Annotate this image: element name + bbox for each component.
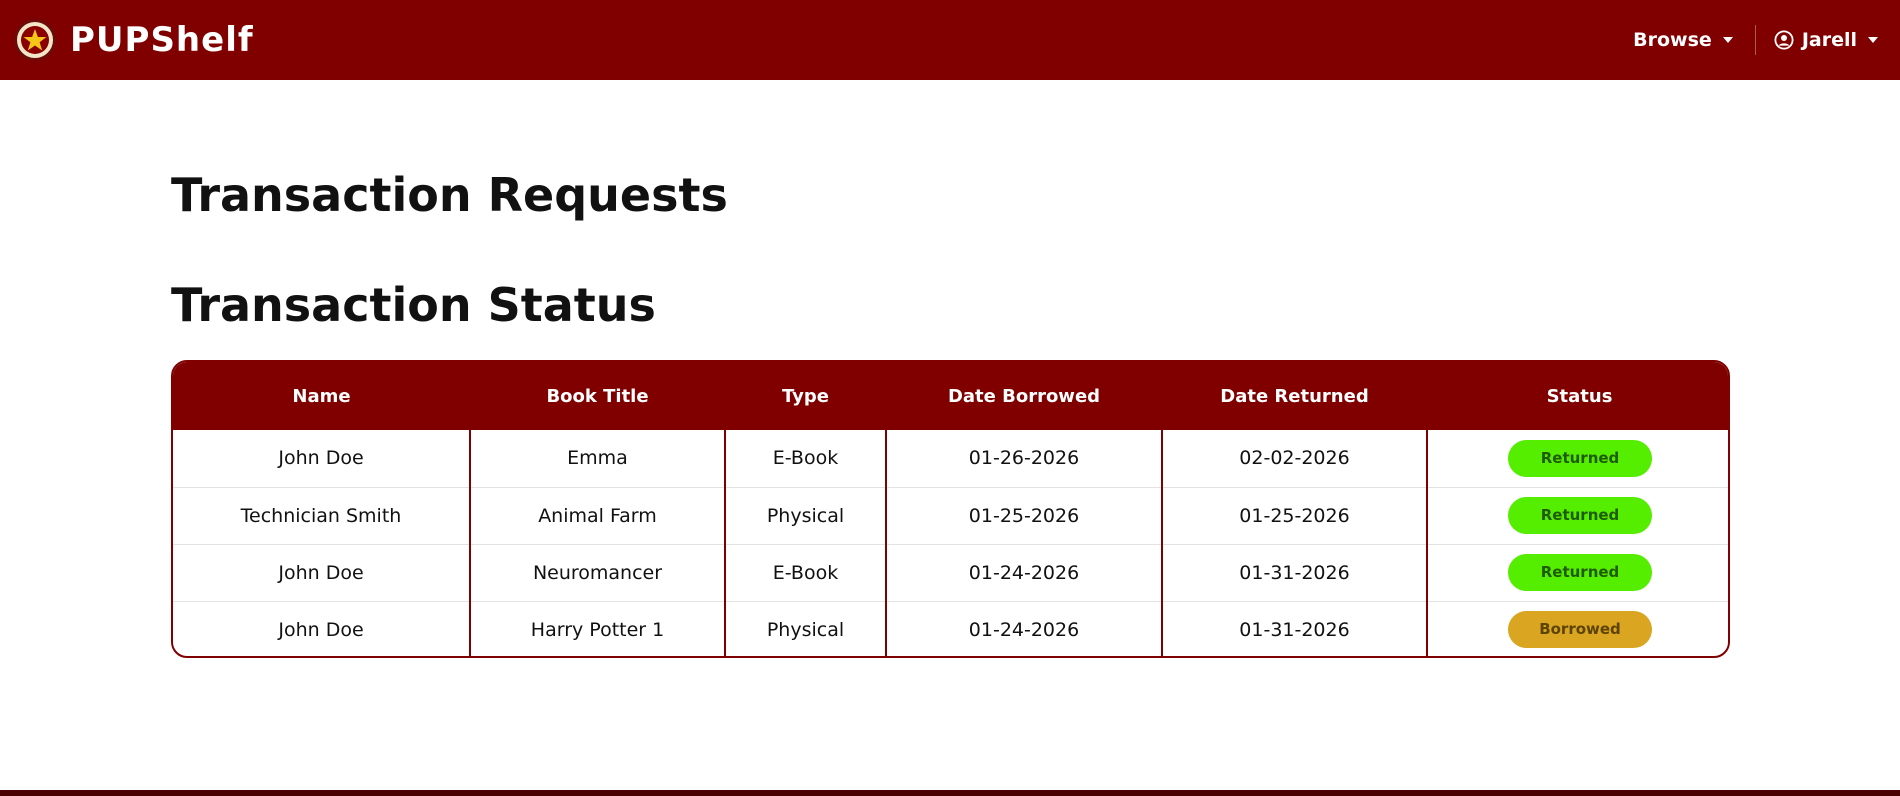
transaction-status-heading: Transaction Status <box>171 278 656 332</box>
cell-date-borrowed: 01-24-2026 <box>886 601 1163 656</box>
cell-type: E-Book <box>725 430 887 487</box>
footer-bar <box>0 790 1900 796</box>
pup-seal-logo-icon <box>14 19 56 61</box>
user-label: Jarell <box>1801 29 1857 51</box>
chevron-down-icon <box>1722 37 1733 43</box>
cell-date-borrowed: 01-25-2026 <box>886 487 1163 544</box>
cell-book-title: Animal Farm <box>470 487 726 544</box>
nav-right: Browse Jarell <box>1633 0 1878 80</box>
cell-name: John Doe <box>173 430 471 487</box>
chevron-down-icon <box>1868 37 1878 43</box>
cell-date-returned: 01-31-2026 <box>1162 601 1428 656</box>
browse-dropdown[interactable]: Browse <box>1633 29 1733 51</box>
cell-type: Physical <box>725 601 887 656</box>
cell-book-title: Emma <box>470 430 726 487</box>
transaction-status-table: Name Book Title Type Date Borrowed Date … <box>171 360 1730 658</box>
nav-divider <box>1754 25 1756 55</box>
cell-date-returned: 02-02-2026 <box>1162 430 1428 487</box>
cell-status: Returned <box>1427 487 1728 544</box>
table-row: Technician Smith Animal Farm Physical 01… <box>173 487 1728 544</box>
column-header-date-returned: Date Returned <box>1220 385 1369 407</box>
table-row: John Doe Emma E-Book 01-26-2026 02-02-20… <box>173 430 1728 487</box>
user-circle-icon <box>1774 30 1794 50</box>
cell-date-returned: 01-31-2026 <box>1162 544 1428 601</box>
cell-date-borrowed: 01-26-2026 <box>886 430 1163 487</box>
brand-name: PUPShelf <box>70 20 254 60</box>
status-badge: Returned <box>1508 497 1652 534</box>
cell-book-title: Harry Potter 1 <box>470 601 726 656</box>
table-row: John Doe Harry Potter 1 Physical 01-24-2… <box>173 601 1728 656</box>
column-header-name: Name <box>292 385 351 407</box>
status-badge: Returned <box>1508 554 1652 591</box>
cell-name: Technician Smith <box>173 487 471 544</box>
top-navbar: PUPShelf Browse Jarell <box>0 0 1900 80</box>
cell-name: John Doe <box>173 601 471 656</box>
table-row: John Doe Neuromancer E-Book 01-24-2026 0… <box>173 544 1728 601</box>
transaction-requests-heading: Transaction Requests <box>171 168 728 222</box>
cell-book-title: Neuromancer <box>470 544 726 601</box>
cell-type: E-Book <box>725 544 887 601</box>
status-badge: Returned <box>1508 439 1652 477</box>
table-header-row: Name Book Title Type Date Borrowed Date … <box>173 362 1728 430</box>
brand[interactable]: PUPShelf <box>14 19 254 61</box>
column-header-type: Type <box>782 385 829 407</box>
cell-type: Physical <box>725 487 887 544</box>
cell-date-borrowed: 01-24-2026 <box>886 544 1163 601</box>
user-dropdown[interactable]: Jarell <box>1774 29 1878 51</box>
cell-status: Returned <box>1427 430 1728 487</box>
cell-status: Borrowed <box>1427 601 1728 656</box>
column-header-date-borrowed: Date Borrowed <box>947 385 1101 407</box>
cell-status: Returned <box>1427 544 1728 601</box>
cell-name: John Doe <box>173 544 471 601</box>
browse-label: Browse <box>1633 29 1712 51</box>
status-badge: Borrowed <box>1508 611 1652 649</box>
cell-date-returned: 01-25-2026 <box>1162 487 1428 544</box>
column-header-book-title: Book Title <box>546 385 649 407</box>
column-header-status: Status <box>1546 385 1613 407</box>
